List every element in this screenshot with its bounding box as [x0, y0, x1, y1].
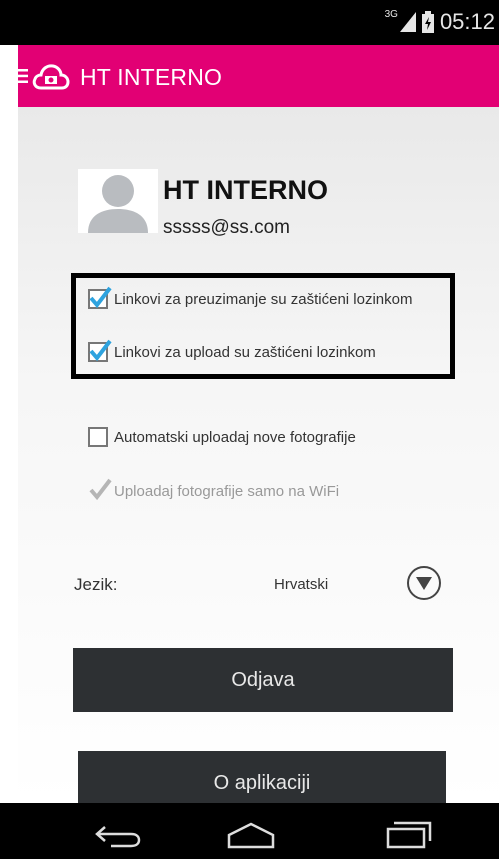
profile-email: sssss@ss.com [163, 217, 290, 238]
profile-name: HT INTERNO [163, 175, 328, 205]
checkbox[interactable] [88, 478, 112, 501]
home-icon[interactable] [225, 821, 277, 849]
option-label: Uploadaj fotografije samo na WiFi [114, 482, 340, 500]
app-bar: HT INTERNO [16, 45, 499, 107]
logout-button[interactable]: Odjava [73, 648, 453, 712]
option-label: Linkovi za upload su zaštićeni lozinkom [114, 343, 376, 361]
language-dropdown-button[interactable] [407, 566, 441, 600]
checkmark-icon [89, 478, 112, 501]
signal-icon [399, 12, 416, 32]
avatar [78, 169, 158, 233]
recent-apps-icon[interactable] [384, 819, 434, 849]
checkmark-icon [89, 286, 112, 309]
language-value[interactable]: Hrvatski [274, 576, 328, 593]
option-auto-upload[interactable]: Automatski uploadaj nove fotografije [88, 427, 356, 447]
status-bar: 3G 05:12 [0, 0, 499, 45]
menu-icon[interactable] [16, 69, 28, 83]
cloud-icon [32, 64, 70, 90]
checkbox[interactable] [88, 339, 112, 362]
dropdown-arrow-icon [416, 577, 432, 590]
option-download-links-protected[interactable]: Linkovi za preuzimanje su zaštićeni lozi… [88, 286, 413, 309]
option-label: Linkovi za preuzimanje su zaštićeni lozi… [114, 290, 413, 308]
checkbox[interactable] [88, 427, 108, 447]
back-icon[interactable] [93, 823, 141, 849]
battery-icon [421, 11, 434, 33]
option-upload-links-protected[interactable]: Linkovi za upload su zaštićeni lozinkom [88, 339, 376, 362]
checkmark-icon [89, 339, 112, 362]
app-title: HT INTERNO [80, 64, 223, 90]
checkbox[interactable] [88, 286, 112, 309]
option-label: Automatski uploadaj nove fotografije [114, 428, 356, 446]
status-time: 05:12 [439, 9, 495, 34]
settings-panel: HT INTERNO sssss@ss.com Linkovi za preuz… [18, 107, 499, 815]
network-type: 3G [384, 8, 398, 20]
navigation-bar [0, 803, 499, 859]
option-wifi-only[interactable]: Uploadaj fotografije samo na WiFi [88, 478, 340, 501]
status-indicators: 3G 05:12 [385, 9, 495, 35]
language-label: Jezik: [74, 575, 118, 594]
